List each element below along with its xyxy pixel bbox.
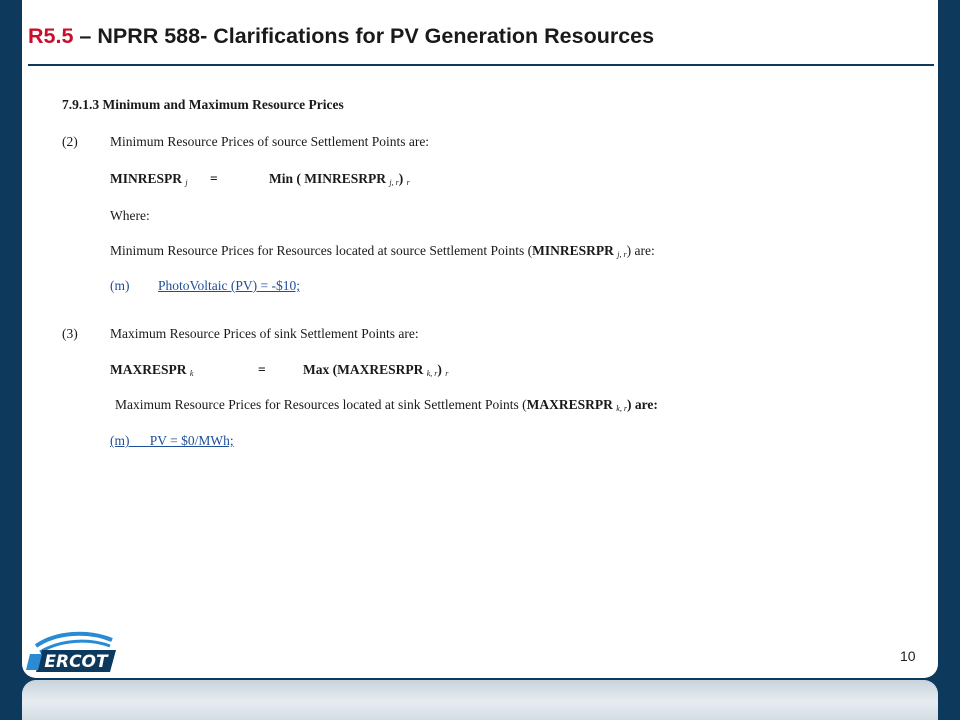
slide: R5.5 – NPRR 588- Clarifications for PV G…	[22, 0, 938, 678]
formula-max-lhs: MAXRESPR k	[110, 362, 193, 378]
para3-item-label: (m)	[110, 433, 130, 448]
formula-min-eq: =	[210, 171, 218, 186]
formula-max-rhs-sub: k, r	[426, 369, 438, 378]
para2-text: Minimum Resource Prices of source Settle…	[110, 134, 430, 149]
para3-desc-pre: Maximum Resource Prices for Resources lo…	[115, 397, 527, 412]
para3-item-pv: PV = $0/MWh;	[149, 433, 234, 448]
formula-max-close: )	[437, 362, 442, 377]
para3-desc-post: ) are:	[626, 397, 658, 412]
formula-max-rhs: Max (MAXRESRPR k, r) r	[303, 362, 448, 378]
para2-desc-post: ) are:	[626, 243, 655, 258]
para2-desc-pre: Minimum Resource Prices for Resources lo…	[110, 243, 533, 258]
page-number: 10	[900, 648, 916, 664]
ercot-logo-graphic: ERCOT	[26, 631, 116, 672]
formula-max-lhs-sub: k	[189, 369, 194, 378]
formula-min-lhs-name: MINRESPR	[110, 171, 183, 186]
formula-max-close-sub: r	[445, 369, 449, 378]
para2-number: (2)	[62, 134, 78, 149]
svg-text:ERCOT: ERCOT	[44, 652, 109, 672]
section-heading: 7.9.1.3 Minimum and Maximum Resource Pri…	[62, 97, 344, 112]
where-label: Where:	[110, 208, 150, 223]
formula-max-eq: =	[258, 362, 266, 377]
formula-min-rhs-name: Min ( MINRESRPR	[269, 171, 386, 186]
para3-desc-sub: k, r	[616, 404, 627, 413]
formula-min-rhs: Min ( MINRESRPR j, r) r	[269, 171, 410, 187]
formula-max-rhs-name: Max (MAXRESRPR	[303, 362, 424, 377]
para2-desc-var: MINRESRPR	[532, 243, 614, 258]
para3-text: Maximum Resource Prices of sink Settleme…	[110, 326, 419, 341]
formula-min-close-sub: r	[406, 178, 410, 187]
formula-min-lhs: MINRESPR j	[110, 171, 188, 187]
footer-band	[22, 680, 938, 720]
formula-min-close: )	[398, 171, 404, 186]
para3-description: Maximum Resource Prices for Resources lo…	[115, 397, 658, 413]
document-body: 7.9.1.3 Minimum and Maximum Resource Pri…	[22, 0, 938, 678]
para3-desc-var: MAXRESRPR	[526, 397, 613, 412]
ercot-logo: ERCOT	[26, 630, 118, 681]
formula-min-rhs-sub: j, r	[389, 178, 399, 187]
para2-item-label: (m)	[110, 278, 130, 293]
para3-number: (3)	[62, 326, 78, 341]
para2-item-pv[interactable]: PhotoVoltaic (PV) = -$10;	[158, 278, 300, 294]
para3-item[interactable]: (m) PV = $0/MWh;	[110, 433, 234, 449]
formula-max-lhs-name: MAXRESPR	[110, 362, 187, 377]
para2-description: Minimum Resource Prices for Resources lo…	[110, 243, 655, 259]
formula-min-lhs-sub: j	[185, 178, 188, 187]
para2-desc-sub: j, r	[617, 250, 627, 259]
